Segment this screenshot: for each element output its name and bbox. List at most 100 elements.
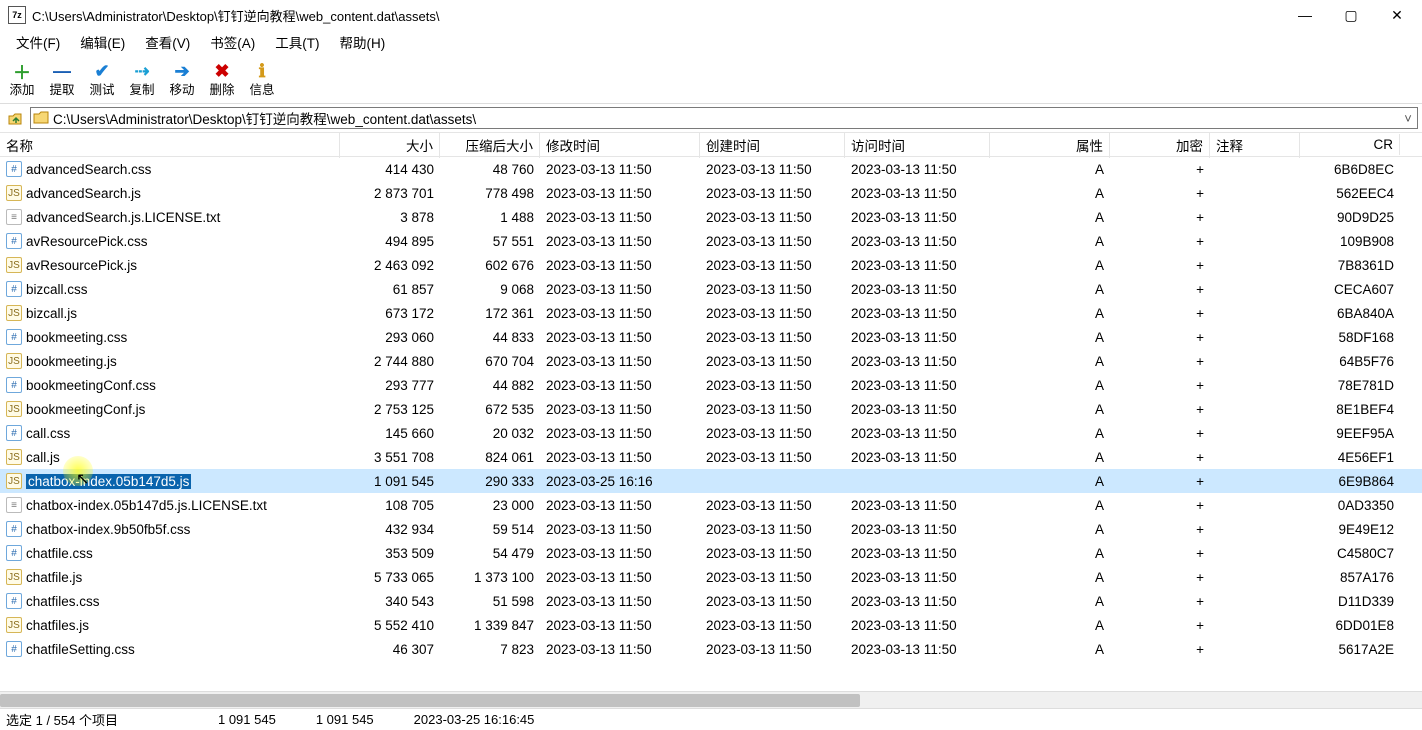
table-row[interactable]: #chatbox-index.9b50fb5f.css432 93459 514… — [0, 517, 1422, 541]
attributes: A — [990, 352, 1110, 371]
crc: 90D9D25 — [1300, 208, 1400, 227]
up-folder-button[interactable] — [4, 107, 26, 129]
comment — [1210, 287, 1300, 291]
crc: 78E781D — [1300, 376, 1400, 395]
move-button[interactable]: ➔移动 — [164, 61, 200, 97]
file-type-icon: ≡ — [6, 497, 22, 513]
created-time — [700, 479, 845, 483]
table-row[interactable]: #avResourcePick.css494 89557 5512023-03-… — [0, 229, 1422, 253]
table-row[interactable]: ≡chatbox-index.05b147d5.js.LICENSE.txt10… — [0, 493, 1422, 517]
horizontal-scrollbar[interactable] — [0, 691, 1422, 708]
created-time: 2023-03-13 11:50 — [700, 400, 845, 419]
table-row[interactable]: JSavResourcePick.js2 463 092602 6762023-… — [0, 253, 1422, 277]
menu-item-2[interactable]: 查看(V) — [135, 30, 200, 54]
table-row[interactable]: JSadvancedSearch.js2 873 701778 4982023-… — [0, 181, 1422, 205]
comment — [1210, 599, 1300, 603]
maximize-button[interactable]: ▢ — [1328, 0, 1374, 30]
crc: 8E1BEF4 — [1300, 400, 1400, 419]
menu-item-5[interactable]: 帮助(H) — [330, 30, 396, 54]
packed-size: 54 479 — [440, 544, 540, 563]
table-row[interactable]: #advancedSearch.css414 43048 7602023-03-… — [0, 157, 1422, 181]
accessed-time: 2023-03-13 11:50 — [845, 256, 990, 275]
column-header-crc[interactable]: CR — [1300, 134, 1400, 155]
file-rows[interactable]: ↖ #advancedSearch.css414 43048 7602023-0… — [0, 157, 1422, 691]
table-row[interactable]: JSchatbox-index.05b147d5.js1 091 545290 … — [0, 469, 1422, 493]
extract-button[interactable]: —提取 — [44, 61, 80, 97]
encrypted: + — [1110, 520, 1210, 539]
file-size: 432 934 — [340, 520, 440, 539]
file-name: call.css — [26, 426, 70, 441]
window-title: C:\Users\Administrator\Desktop\钉钉逆向教程\we… — [32, 6, 1282, 25]
table-row[interactable]: #call.css145 66020 0322023-03-13 11:5020… — [0, 421, 1422, 445]
table-row[interactable]: ≡advancedSearch.js.LICENSE.txt3 8781 488… — [0, 205, 1422, 229]
toolbar: ＋添加—提取✔测试⇢复制➔移动✖删除ℹ信息 — [0, 54, 1422, 104]
crc: 58DF168 — [1300, 328, 1400, 347]
table-row[interactable]: JSbookmeeting.js2 744 880670 7042023-03-… — [0, 349, 1422, 373]
column-header-comment[interactable]: 注释 — [1210, 132, 1300, 158]
table-row[interactable]: #chatfileSetting.css46 3077 8232023-03-1… — [0, 637, 1422, 661]
file-type-icon: JS — [6, 257, 22, 273]
packed-size: 172 361 — [440, 304, 540, 323]
file-type-icon: JS — [6, 401, 22, 417]
comment — [1210, 431, 1300, 435]
file-list-pane: 名称大小压缩后大小修改时间创建时间访问时间属性加密注释CR ↖ #advance… — [0, 132, 1422, 708]
encrypted: + — [1110, 352, 1210, 371]
path-input[interactable] — [51, 110, 1399, 127]
column-header-name[interactable]: 名称 — [0, 132, 340, 158]
comment — [1210, 263, 1300, 267]
created-time: 2023-03-13 11:50 — [700, 304, 845, 323]
table-row[interactable]: JSchatfiles.js5 552 4101 339 8472023-03-… — [0, 613, 1422, 637]
file-type-icon: # — [6, 161, 22, 177]
column-header-attr[interactable]: 属性 — [990, 132, 1110, 158]
accessed-time: 2023-03-13 11:50 — [845, 184, 990, 203]
created-time: 2023-03-13 11:50 — [700, 424, 845, 443]
menu-item-1[interactable]: 编辑(E) — [70, 30, 135, 54]
column-header-enc[interactable]: 加密 — [1110, 132, 1210, 158]
comment — [1210, 167, 1300, 171]
close-button[interactable]: ✕ — [1374, 0, 1420, 30]
packed-size: 23 000 — [440, 496, 540, 515]
file-type-icon: JS — [6, 353, 22, 369]
test-button[interactable]: ✔测试 — [84, 61, 120, 97]
copy-button[interactable]: ⇢复制 — [124, 61, 160, 97]
created-time: 2023-03-13 11:50 — [700, 232, 845, 251]
path-dropdown-icon[interactable]: ˅ — [1399, 111, 1417, 126]
packed-size: 9 068 — [440, 280, 540, 299]
table-row[interactable]: JSchatfile.js5 733 0651 373 1002023-03-1… — [0, 565, 1422, 589]
accessed-time: 2023-03-13 11:50 — [845, 544, 990, 563]
encrypted: + — [1110, 400, 1210, 419]
table-row[interactable]: #bizcall.css61 8579 0682023-03-13 11:502… — [0, 277, 1422, 301]
column-header-mod[interactable]: 修改时间 — [540, 132, 700, 158]
add-button[interactable]: ＋添加 — [4, 61, 40, 97]
table-row[interactable]: #bookmeeting.css293 06044 8332023-03-13 … — [0, 325, 1422, 349]
menu-item-3[interactable]: 书签(A) — [200, 30, 265, 54]
table-row[interactable]: JSbookmeetingConf.js2 753 125672 5352023… — [0, 397, 1422, 421]
path-input-container: ˅ — [30, 107, 1418, 129]
packed-size: 57 551 — [440, 232, 540, 251]
packed-size: 290 333 — [440, 472, 540, 491]
table-row[interactable]: #chatfile.css353 50954 4792023-03-13 11:… — [0, 541, 1422, 565]
accessed-time: 2023-03-13 11:50 — [845, 160, 990, 179]
table-row[interactable]: JSbizcall.js673 172172 3612023-03-13 11:… — [0, 301, 1422, 325]
delete-button[interactable]: ✖删除 — [204, 61, 240, 97]
info-button[interactable]: ℹ信息 — [244, 61, 280, 97]
column-header-created[interactable]: 创建时间 — [700, 132, 845, 158]
file-size: 293 777 — [340, 376, 440, 395]
menu-item-4[interactable]: 工具(T) — [265, 30, 329, 54]
minimize-button[interactable]: — — [1282, 0, 1328, 30]
crc: CECA607 — [1300, 280, 1400, 299]
column-header-accessed[interactable]: 访问时间 — [845, 132, 990, 158]
menu-item-0[interactable]: 文件(F) — [6, 30, 70, 54]
packed-size: 48 760 — [440, 160, 540, 179]
encrypted: + — [1110, 424, 1210, 443]
encrypted: + — [1110, 184, 1210, 203]
table-row[interactable]: #bookmeetingConf.css293 77744 8822023-03… — [0, 373, 1422, 397]
crc: C4580C7 — [1300, 544, 1400, 563]
table-row[interactable]: #chatfiles.css340 54351 5982023-03-13 11… — [0, 589, 1422, 613]
packed-size: 602 676 — [440, 256, 540, 275]
column-header-size[interactable]: 大小 — [340, 132, 440, 158]
attributes: A — [990, 376, 1110, 395]
table-row[interactable]: JScall.js3 551 708824 0612023-03-13 11:5… — [0, 445, 1422, 469]
accessed-time: 2023-03-13 11:50 — [845, 448, 990, 467]
column-header-packed[interactable]: 压缩后大小 — [440, 132, 540, 158]
